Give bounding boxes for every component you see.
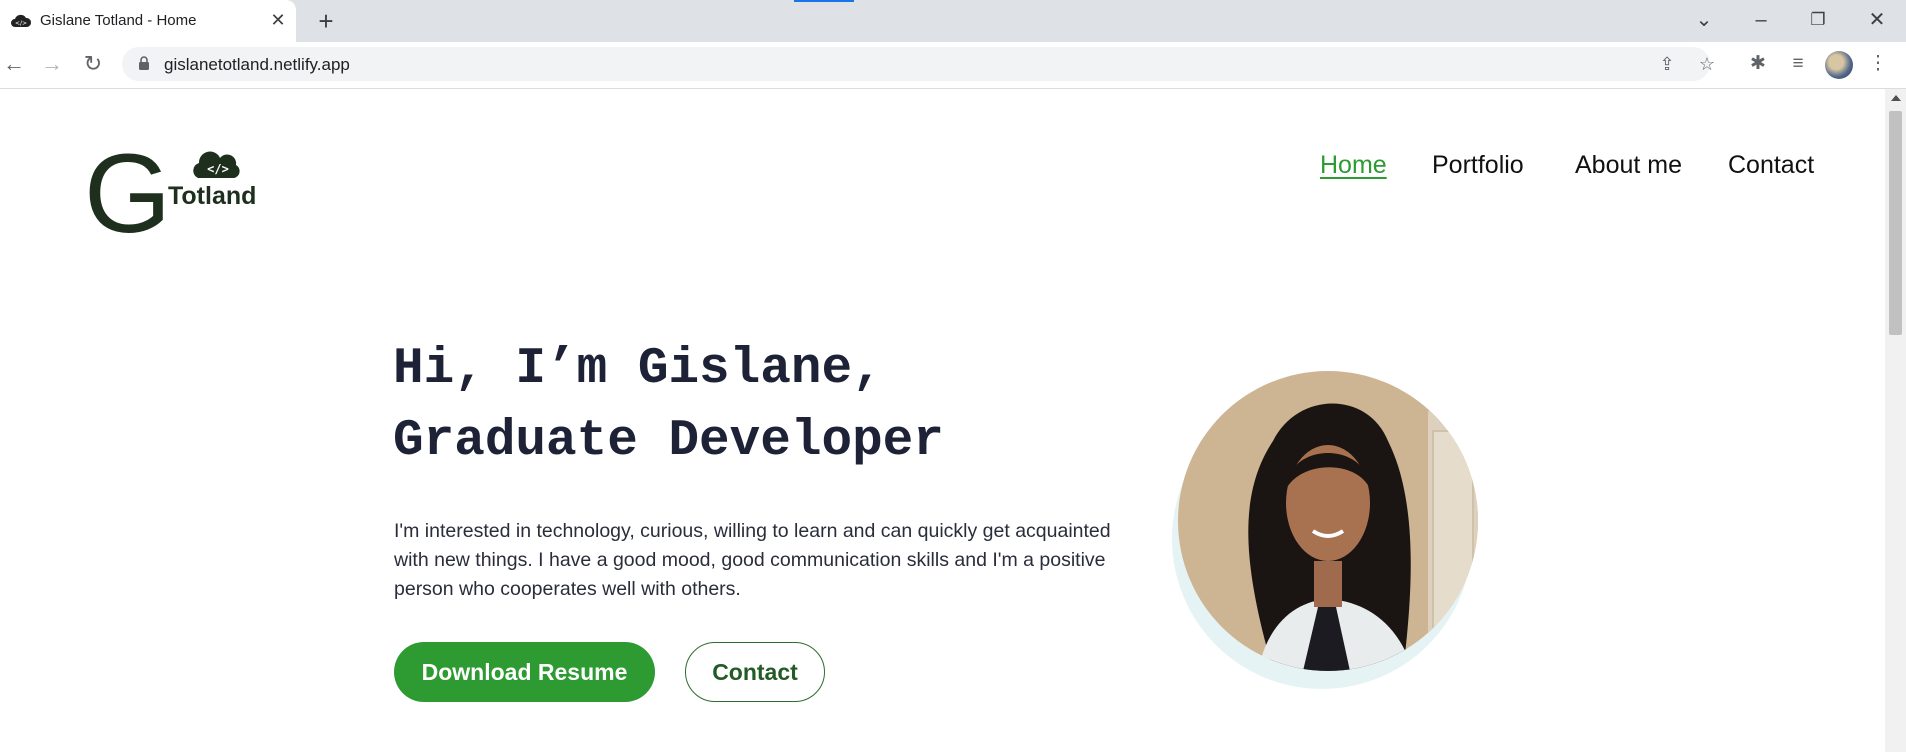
logo-letter: G: [84, 139, 171, 239]
logo-text: Totland: [168, 182, 256, 210]
tab-strip: </> Gislane Totland - Home ✕ + ⌄ – ❐ ✕: [0, 0, 1906, 42]
back-icon[interactable]: ←: [0, 50, 28, 78]
svg-text:</>: </>: [15, 20, 27, 27]
media-control-icon[interactable]: ≡: [1784, 50, 1812, 78]
nav-contact[interactable]: Contact: [1728, 151, 1814, 180]
restore-icon[interactable]: ❐: [1803, 6, 1833, 34]
site-logo[interactable]: G </> Totland: [84, 139, 256, 239]
url-text: gislanetotland.netlify.app: [164, 55, 350, 74]
hero-intro: I'm interested in technology, curious, w…: [394, 520, 1111, 600]
new-tab-icon[interactable]: +: [312, 6, 340, 36]
minimize-icon[interactable]: –: [1746, 6, 1776, 34]
address-bar[interactable]: gislanetotland.netlify.app ⇪ ☆: [122, 47, 1715, 81]
logo-code-icon: </>: [207, 162, 229, 176]
download-resume-button[interactable]: Download Resume: [394, 642, 655, 702]
profile-avatar[interactable]: [1825, 51, 1853, 79]
extensions-icon[interactable]: ✱: [1744, 50, 1772, 78]
close-window-icon[interactable]: ✕: [1862, 6, 1892, 34]
cloud-favicon-icon: </>: [11, 14, 32, 27]
tab-title: Gislane Totland - Home: [40, 12, 197, 29]
nav-about-me[interactable]: About me: [1575, 151, 1682, 180]
nav-home[interactable]: Home: [1320, 151, 1387, 180]
hero-headline-line1: Hi, I’m Gislane,: [393, 341, 883, 398]
reload-icon[interactable]: ↻: [79, 50, 107, 78]
scroll-up-arrow-icon[interactable]: [1891, 95, 1901, 101]
tab-drop-indicator: [794, 0, 854, 2]
browser-toolbar: ← → ↻ gislanetotland.netlify.app ⇪ ☆ ✱ ≡…: [0, 42, 1906, 89]
close-tab-icon[interactable]: ✕: [268, 9, 288, 31]
profile-photo: [1178, 371, 1478, 671]
share-icon[interactable]: ⇪: [1654, 51, 1680, 77]
active-tab[interactable]: </> Gislane Totland - Home ✕: [0, 0, 296, 42]
nav-portfolio[interactable]: Portfolio: [1432, 151, 1524, 180]
hero-headline-line2: Graduate Developer: [393, 413, 944, 470]
bookmark-star-icon[interactable]: ☆: [1694, 51, 1720, 77]
tab-search-icon[interactable]: ⌄: [1689, 6, 1719, 34]
forward-icon[interactable]: →: [38, 50, 66, 78]
menu-kebab-icon[interactable]: ⋮: [1864, 50, 1892, 78]
contact-button[interactable]: Contact: [685, 642, 825, 702]
page-scrollbar[interactable]: [1885, 89, 1906, 752]
web-page: G </> Totland Home Portfolio About me Co…: [0, 89, 1885, 752]
lock-icon: [139, 56, 149, 70]
scrollbar-thumb[interactable]: [1889, 111, 1902, 335]
